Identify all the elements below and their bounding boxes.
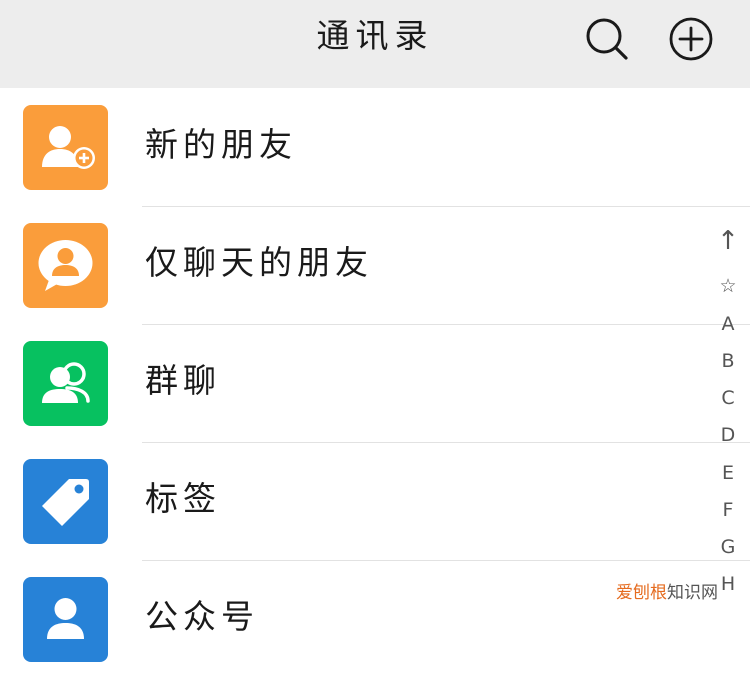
row-label: 仅聊天的朋友 bbox=[145, 243, 373, 282]
row-label: 标签 bbox=[145, 479, 221, 518]
index-item-starred[interactable]: ☆ bbox=[712, 271, 744, 301]
group-chat-icon bbox=[23, 341, 108, 426]
plus-circle-icon bbox=[669, 17, 713, 61]
index-item-a[interactable]: A bbox=[712, 309, 744, 339]
row-label: 新的朋友 bbox=[145, 125, 297, 164]
index-item-f[interactable]: F bbox=[712, 495, 744, 525]
watermark-part-2: 知识网 bbox=[667, 583, 718, 603]
watermark-part-1: 爱刨根 bbox=[616, 583, 667, 603]
header-bar: 通讯录 bbox=[0, 0, 750, 88]
official-account-icon bbox=[23, 577, 108, 662]
add-button[interactable] bbox=[668, 16, 714, 62]
row-official-accounts[interactable]: 公众号 bbox=[0, 560, 750, 678]
index-item-g[interactable]: G bbox=[712, 532, 744, 562]
row-chat-only-friends[interactable]: 仅聊天的朋友 bbox=[0, 206, 750, 324]
chat-only-friend-icon bbox=[23, 223, 108, 308]
page-title: 通讯录 bbox=[316, 16, 434, 55]
row-label: 群聊 bbox=[145, 361, 221, 400]
row-group-chats[interactable]: 群聊 bbox=[0, 324, 750, 442]
index-item-top[interactable]: ↑ bbox=[712, 226, 744, 256]
index-item-d[interactable]: D bbox=[712, 420, 744, 450]
row-tags[interactable]: 标签 bbox=[0, 442, 750, 560]
tag-icon bbox=[23, 459, 108, 544]
row-label: 公众号 bbox=[145, 597, 259, 636]
row-new-friends[interactable]: 新的朋友 bbox=[0, 88, 750, 206]
index-item-c[interactable]: C bbox=[712, 383, 744, 413]
index-item-e[interactable]: E bbox=[712, 458, 744, 488]
watermark: 爱刨根知识网 bbox=[616, 580, 718, 606]
search-button[interactable] bbox=[584, 16, 630, 62]
index-item-b[interactable]: B bbox=[712, 346, 744, 376]
search-icon bbox=[586, 18, 628, 60]
add-friend-icon bbox=[23, 105, 108, 190]
